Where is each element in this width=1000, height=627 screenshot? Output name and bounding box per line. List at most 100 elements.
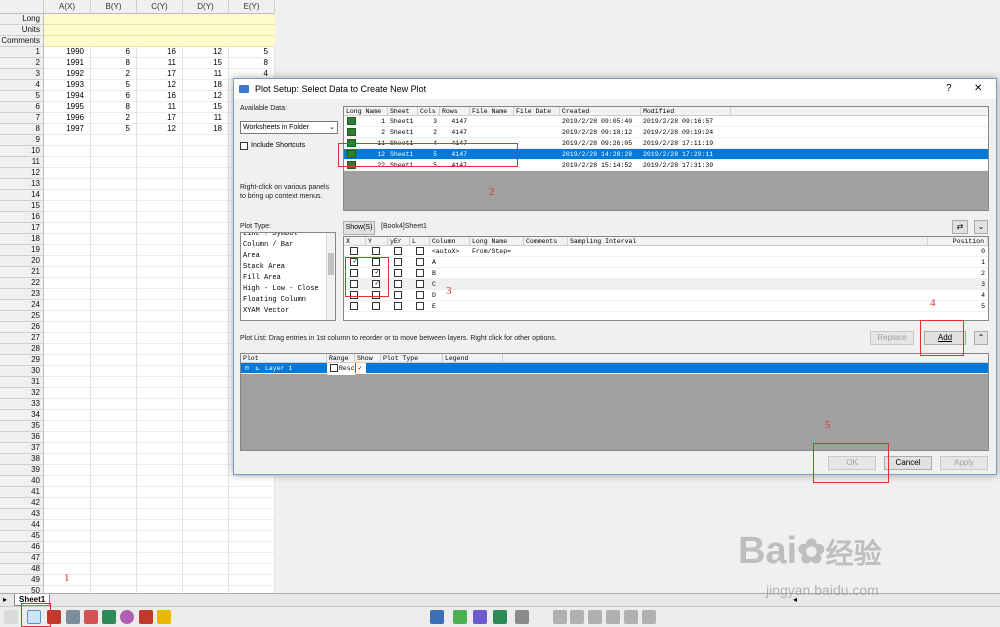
cell[interactable]	[229, 520, 275, 531]
cell[interactable]	[91, 333, 137, 344]
cell[interactable]	[183, 135, 229, 146]
row-header[interactable]: 42	[0, 498, 44, 509]
distribute-icon[interactable]	[642, 610, 656, 624]
l-checkbox[interactable]	[416, 291, 424, 299]
cell[interactable]	[137, 267, 183, 278]
cell[interactable]	[137, 443, 183, 454]
row-header[interactable]: 23	[0, 289, 44, 300]
cell[interactable]	[183, 223, 229, 234]
cell[interactable]	[44, 201, 91, 212]
plot-type-item[interactable]: Fill Area	[243, 273, 281, 284]
cell[interactable]: 2	[91, 69, 137, 80]
cell[interactable]	[137, 355, 183, 366]
cell[interactable]: 1997	[44, 124, 91, 135]
data-col-header[interactable]: File Date	[514, 107, 560, 116]
cell[interactable]	[183, 575, 229, 586]
cell[interactable]	[91, 509, 137, 520]
cell[interactable]	[183, 333, 229, 344]
cell[interactable]	[44, 333, 91, 344]
cell[interactable]	[44, 454, 91, 465]
x-checkbox[interactable]	[350, 247, 358, 255]
column-header[interactable]: Column	[430, 237, 470, 246]
cell[interactable]	[91, 575, 137, 586]
col-header-e[interactable]: E(Y)	[229, 0, 275, 14]
cell[interactable]	[44, 190, 91, 201]
plot-list[interactable]: Plot Range Show Plot Type Legend ⊟ ⊾ Layer 1…	[240, 353, 989, 451]
cell[interactable]	[44, 146, 91, 157]
cell[interactable]	[137, 377, 183, 388]
cell[interactable]: 1995	[44, 102, 91, 113]
row-header[interactable]: 9	[0, 135, 44, 146]
yerr-checkbox[interactable]	[394, 291, 402, 299]
cell[interactable]: 18	[183, 124, 229, 135]
cell[interactable]	[183, 256, 229, 267]
row-header[interactable]: 26	[0, 322, 44, 333]
meta-row[interactable]	[44, 25, 275, 36]
cell[interactable]	[44, 487, 91, 498]
cell[interactable]	[137, 146, 183, 157]
column-header[interactable]: Sampling Interval	[568, 237, 928, 246]
column-header[interactable]: Position	[928, 237, 988, 246]
cell[interactable]	[44, 410, 91, 421]
cell[interactable]	[44, 509, 91, 520]
row-header[interactable]: 49	[0, 575, 44, 586]
row-header[interactable]: 40	[0, 476, 44, 487]
cell[interactable]	[183, 278, 229, 289]
row-header[interactable]: 18	[0, 234, 44, 245]
data-col-header[interactable]: Modified	[641, 107, 731, 116]
row-header[interactable]: 2	[0, 58, 44, 69]
column-header[interactable]: yEr	[388, 237, 410, 246]
plot-list-col-header[interactable]: Range	[327, 354, 355, 363]
row-header[interactable]: 43	[0, 509, 44, 520]
data-col-header[interactable]: File Name	[470, 107, 514, 116]
plot-type-item[interactable]: Column / Bar	[243, 240, 293, 251]
cell[interactable]	[137, 575, 183, 586]
cell[interactable]	[44, 443, 91, 454]
cell[interactable]	[44, 289, 91, 300]
row-header[interactable]: 30	[0, 366, 44, 377]
cell[interactable]	[44, 421, 91, 432]
column-header[interactable]: Comments	[524, 237, 568, 246]
cell[interactable]	[137, 278, 183, 289]
row-header[interactable]: 8	[0, 124, 44, 135]
column-row[interactable]: ✓ B 2	[344, 268, 988, 279]
cell[interactable]	[137, 289, 183, 300]
l-checkbox[interactable]	[416, 302, 424, 310]
cell[interactable]: 1993	[44, 80, 91, 91]
row-header[interactable]: 6	[0, 102, 44, 113]
cell[interactable]: 16	[137, 91, 183, 102]
plot-type-scrollbar[interactable]	[326, 233, 335, 320]
cell[interactable]	[44, 531, 91, 542]
cell[interactable]: 8	[91, 102, 137, 113]
cell[interactable]: 1991	[44, 58, 91, 69]
meta-row[interactable]	[44, 14, 275, 25]
cell[interactable]: 6	[91, 91, 137, 102]
cell[interactable]	[91, 564, 137, 575]
meta-row[interactable]	[44, 36, 275, 47]
cell[interactable]	[91, 520, 137, 531]
cell[interactable]	[229, 575, 275, 586]
cell[interactable]	[44, 465, 91, 476]
cell[interactable]	[137, 256, 183, 267]
cell[interactable]	[44, 498, 91, 509]
cell[interactable]	[44, 586, 91, 593]
cell[interactable]	[91, 168, 137, 179]
cell[interactable]	[137, 366, 183, 377]
plot-list-col-header[interactable]: Legend	[443, 354, 503, 363]
cell[interactable]	[91, 377, 137, 388]
cell[interactable]	[183, 168, 229, 179]
cancel-button[interactable]: Cancel	[884, 456, 932, 470]
cell[interactable]	[183, 245, 229, 256]
cell[interactable]	[91, 234, 137, 245]
data-col-header[interactable]: Long Name	[344, 107, 388, 116]
column-row[interactable]: ✓ A 1	[344, 257, 988, 268]
cell[interactable]	[183, 432, 229, 443]
row-header[interactable]: 15	[0, 201, 44, 212]
column-header[interactable]: X	[344, 237, 366, 246]
layer-expand-icon[interactable]: ⊟	[243, 363, 249, 374]
cell[interactable]	[44, 256, 91, 267]
cell[interactable]	[137, 245, 183, 256]
cell[interactable]: 15	[183, 102, 229, 113]
plot-type-item[interactable]: High - Low - Close	[243, 284, 319, 295]
cell[interactable]: 15	[183, 58, 229, 69]
